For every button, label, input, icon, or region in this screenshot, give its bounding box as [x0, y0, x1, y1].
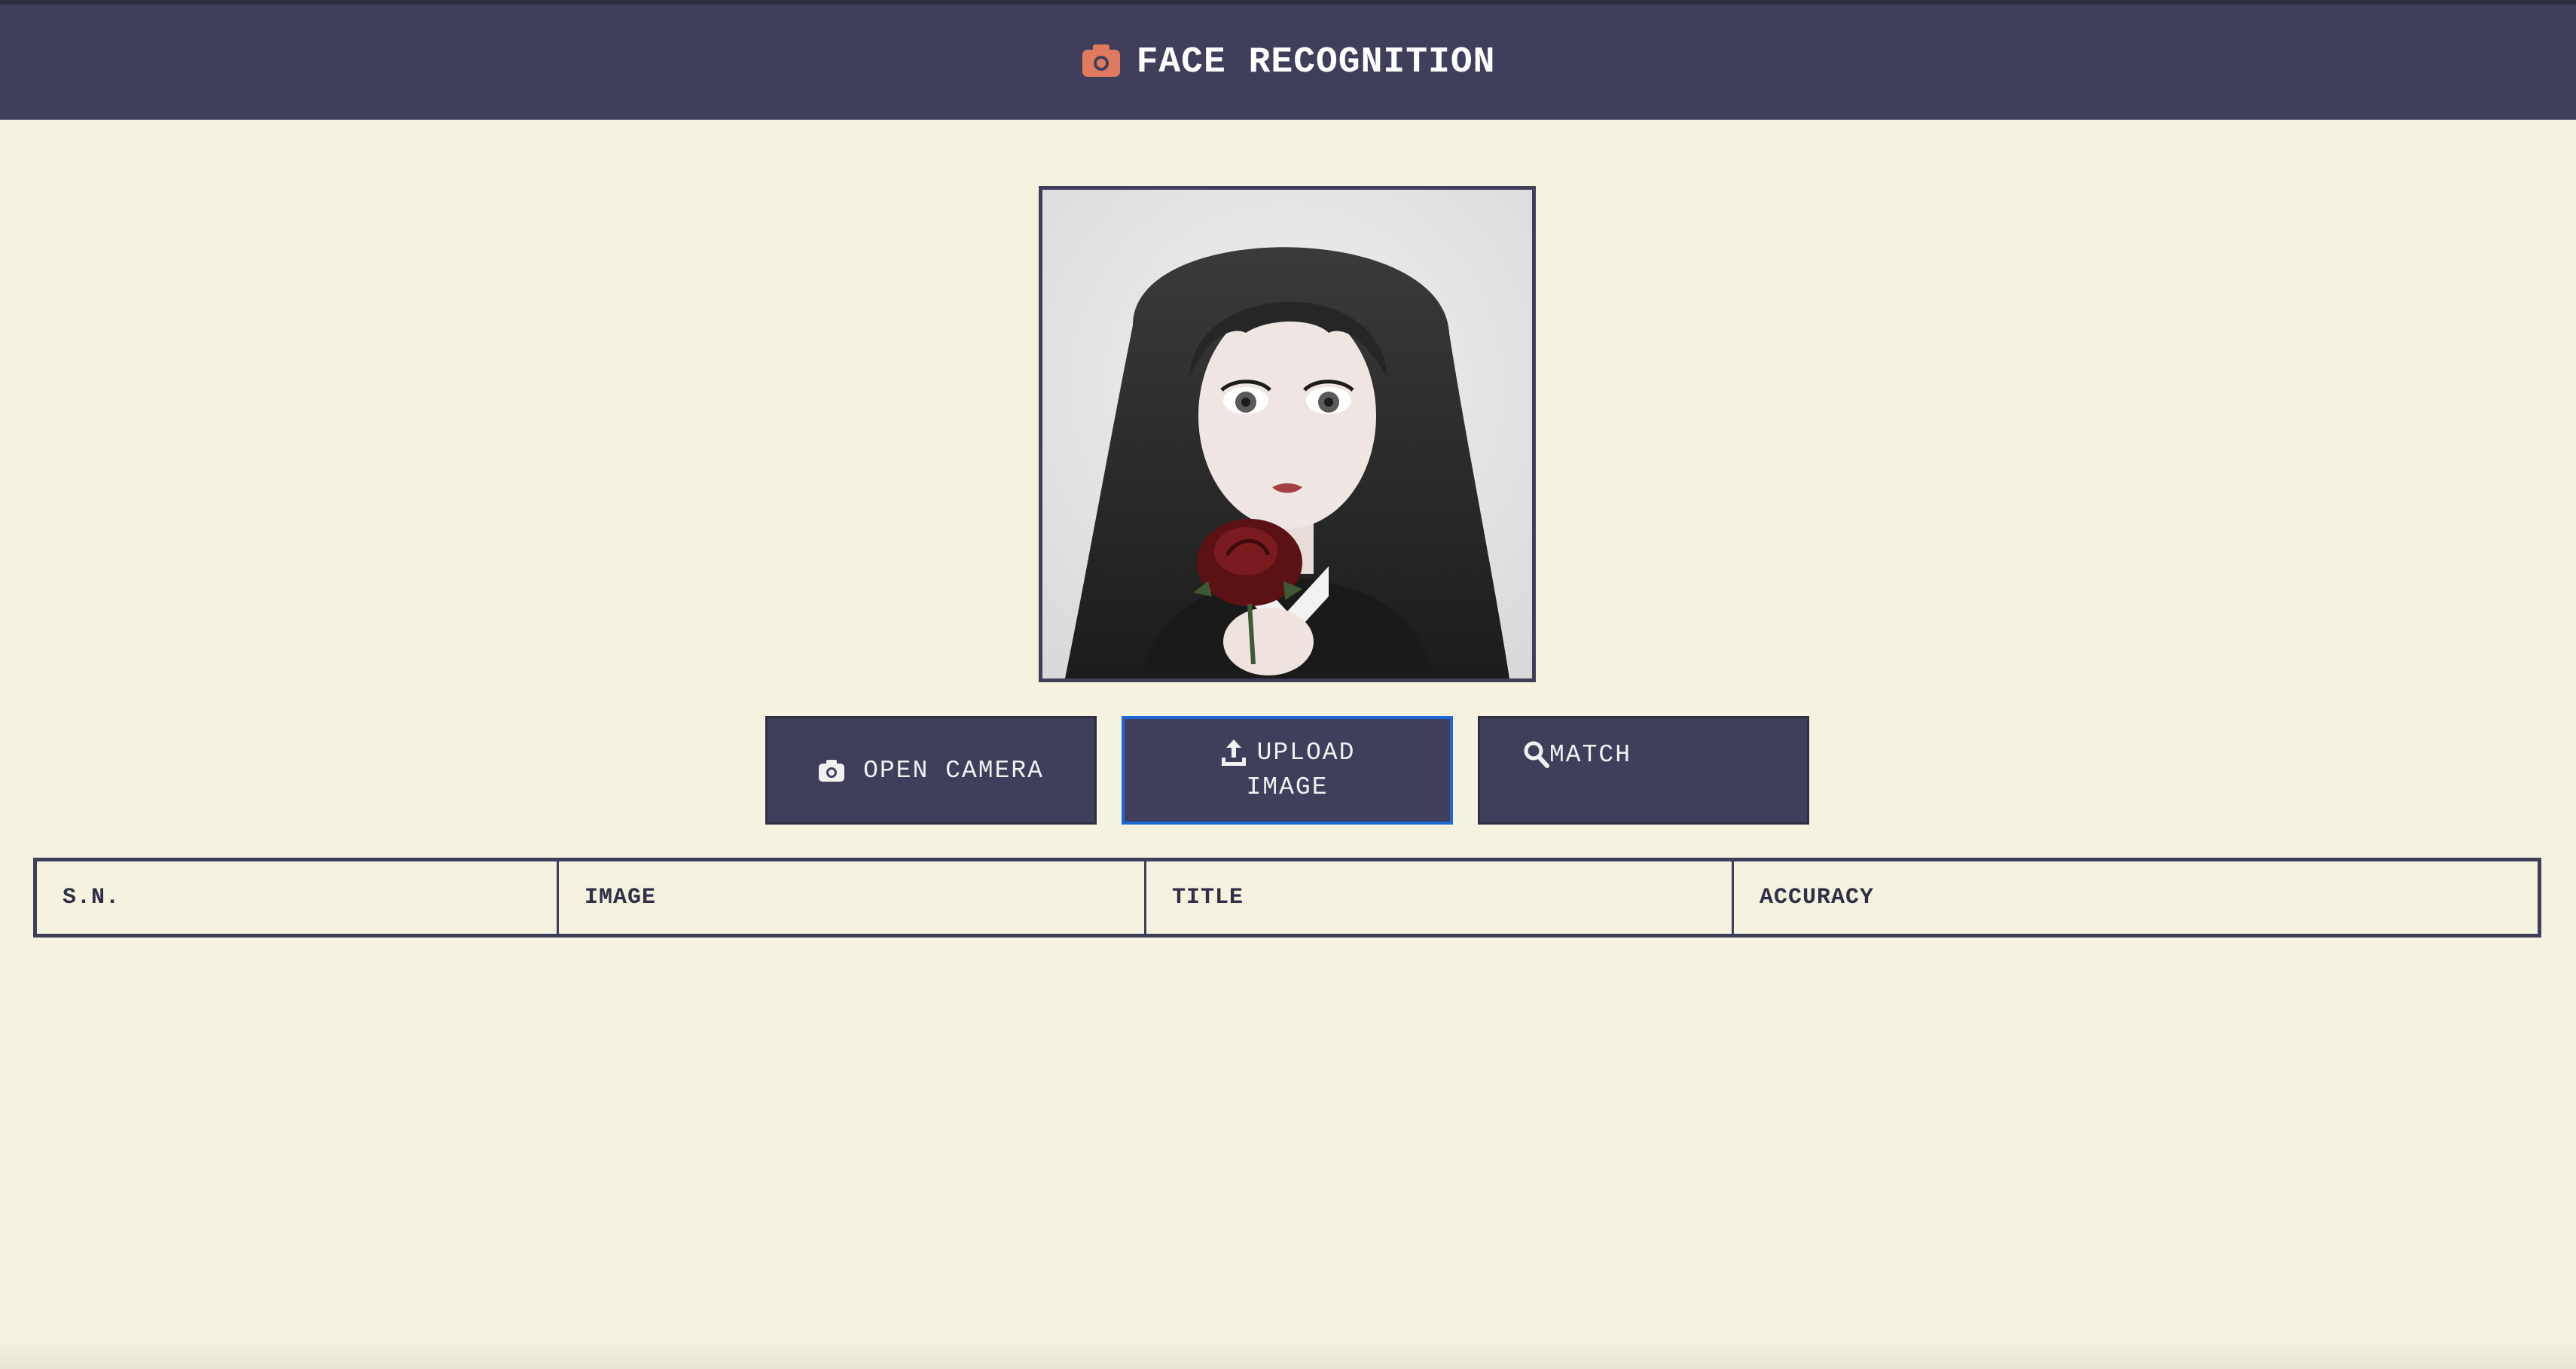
column-header-image: IMAGE: [559, 861, 1146, 934]
page-title: FACE RECOGNITION: [1136, 41, 1496, 83]
portrait-image: [1042, 190, 1532, 678]
upload-image-button[interactable]: UPLOAD IMAGE: [1122, 716, 1453, 825]
app-header: FACE RECOGNITION: [0, 0, 2576, 120]
upload-label-line2: IMAGE: [1246, 773, 1329, 801]
header-title-group: FACE RECOGNITION: [0, 5, 2576, 120]
bottom-shadow: [0, 1339, 2576, 1369]
results-table: S.N. IMAGE TITLE ACCURACY: [33, 858, 2541, 938]
open-camera-button[interactable]: OPEN CAMERA: [765, 716, 1097, 825]
column-header-sn: S.N.: [37, 861, 559, 934]
column-header-accuracy: ACCURACY: [1760, 885, 1875, 910]
camera-icon: [1081, 42, 1122, 82]
column-header-title: TITLE: [1146, 861, 1734, 934]
search-icon: [1524, 741, 1549, 768]
open-camera-label: OPEN CAMERA: [863, 756, 1044, 785]
upload-icon: [1219, 738, 1248, 768]
upload-label-line1: UPLOAD: [1256, 739, 1356, 767]
match-button[interactable]: MATCH: [1478, 716, 1809, 825]
match-label: MATCH: [1549, 741, 1632, 769]
image-preview: [1039, 186, 1536, 682]
camera-icon: [818, 758, 845, 782]
